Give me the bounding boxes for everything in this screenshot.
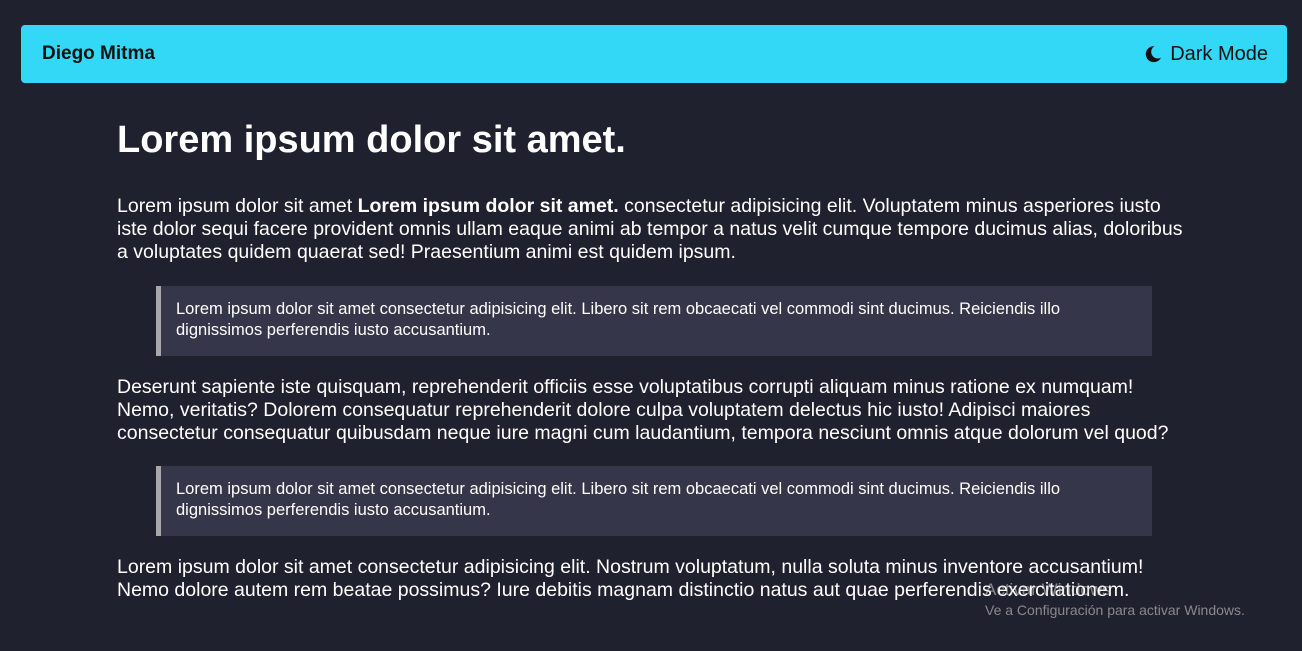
- paragraph-1-bold: Lorem ipsum dolor sit amet.: [357, 195, 619, 217]
- blockquote-1: Lorem ipsum dolor sit amet consectetur a…: [156, 286, 1152, 356]
- blockquote-2: Lorem ipsum dolor sit amet consectetur a…: [156, 466, 1152, 536]
- moon-icon: [1145, 45, 1162, 63]
- paragraph-1: Lorem ipsum dolor sit amet Lorem ipsum d…: [117, 195, 1192, 264]
- article-content: Lorem ipsum dolor sit amet. Lorem ipsum …: [117, 112, 1192, 602]
- dark-mode-toggle[interactable]: Dark Mode: [1145, 43, 1268, 66]
- windows-activation-watermark: Activar Windows Ve a Configuración para …: [985, 580, 1245, 620]
- watermark-subtitle: Ve a Configuración para activar Windows.: [985, 602, 1245, 618]
- paragraph-2: Deserunt sapiente iste quisquam, reprehe…: [117, 376, 1169, 444]
- navbar: Diego Mitma Dark Mode: [21, 25, 1287, 83]
- dark-mode-label: Dark Mode: [1170, 42, 1268, 65]
- brand-name[interactable]: Diego Mitma: [42, 43, 155, 65]
- watermark-title: Activar Windows: [985, 580, 1111, 599]
- paragraph-1-lead: Lorem ipsum dolor sit amet: [117, 195, 358, 217]
- page-title: Lorem ipsum dolor sit amet.: [117, 119, 626, 161]
